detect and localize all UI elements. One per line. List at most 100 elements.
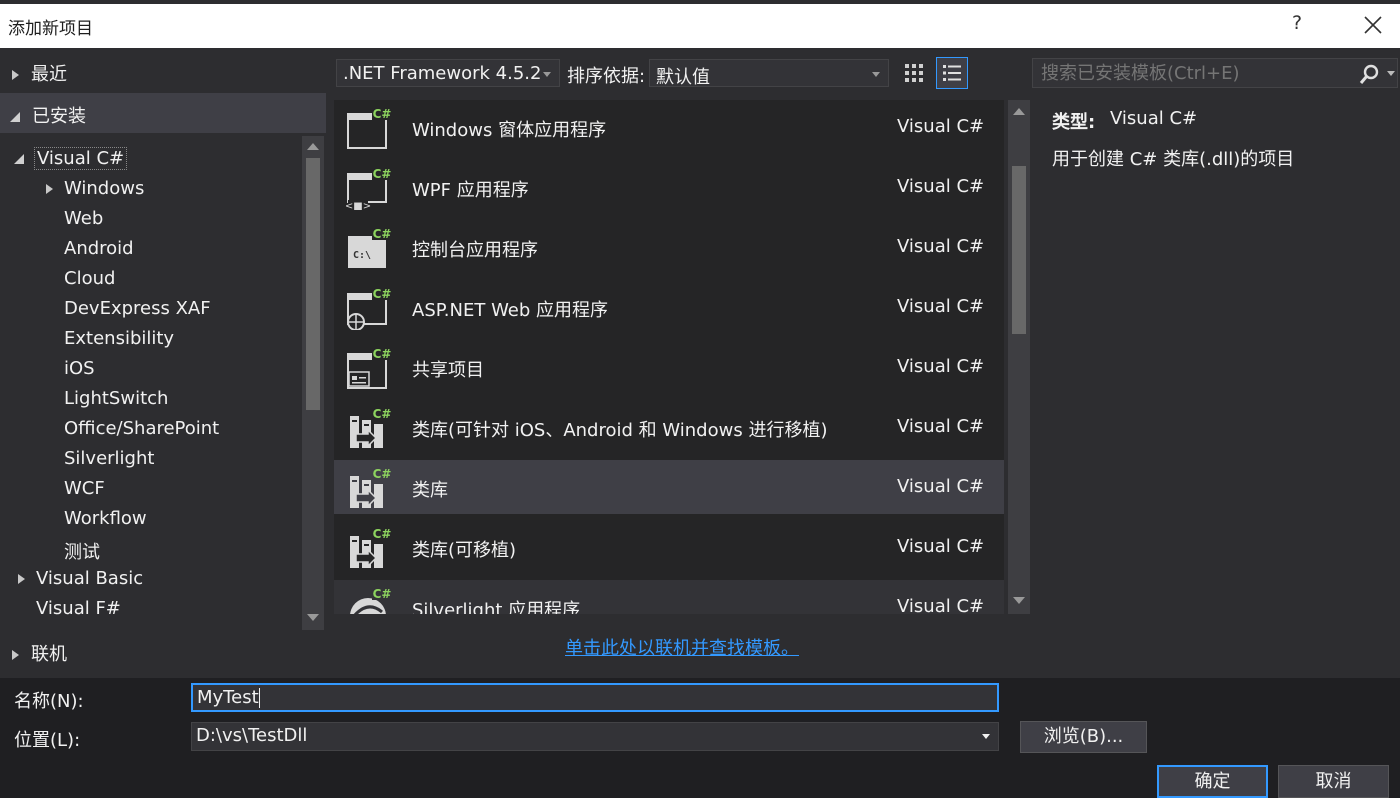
list-view-icon[interactable] — [936, 57, 968, 89]
template-name: 共享项目 — [412, 360, 484, 381]
template-row[interactable]: C# <■> WPF 应用程序 Visual C# — [334, 160, 1004, 214]
title-bar: 添加新项目 ? — [0, 0, 1400, 48]
tree-item-web[interactable]: Web — [64, 208, 103, 229]
template-language: Visual C# — [897, 416, 985, 437]
tree-visual-basic[interactable]: Visual Basic — [18, 568, 143, 589]
template-language: Visual C# — [897, 356, 985, 377]
tree-item-windows[interactable]: Windows — [46, 178, 144, 199]
tree-item-devexpress[interactable]: DevExpress XAF — [64, 298, 211, 319]
tree-recent-label: 最近 — [31, 64, 67, 85]
close-icon[interactable] — [1358, 10, 1388, 40]
search-box[interactable] — [1032, 58, 1398, 88]
window-title: 添加新项目 — [8, 19, 93, 39]
template-row[interactable]: C# ASP.NET Web 应用程序 Visual C# — [334, 280, 1004, 334]
template-row[interactable]: C# Silverlight 应用程序 Visual C# — [334, 580, 1004, 614]
collapse-arrow-icon — [14, 154, 24, 164]
ok-button[interactable]: 确定 — [1157, 765, 1268, 798]
framework-select[interactable]: .NET Framework 4.5.2 — [336, 59, 560, 87]
tree-item-ios[interactable]: iOS — [64, 358, 95, 379]
wpf-icon: C# <■> — [346, 166, 392, 210]
tree-scroll-thumb[interactable] — [306, 158, 320, 410]
browse-button[interactable]: 浏览(B)... — [1020, 721, 1147, 753]
template-language: Visual C# — [897, 116, 985, 137]
template-language: Visual C# — [897, 236, 985, 257]
expand-arrow-icon — [18, 574, 25, 584]
template-name: 类库(可针对 iOS、Android 和 Windows 进行移植) — [412, 420, 828, 441]
aspnet-icon: C# — [347, 286, 392, 330]
svg-text:C#: C# — [373, 287, 392, 301]
details-type-value: Visual C# — [1110, 108, 1198, 129]
svg-text:C#: C# — [373, 347, 392, 361]
tree-item-cloud[interactable]: Cloud — [64, 268, 115, 289]
svg-text:C#: C# — [373, 467, 392, 481]
template-list-scrollbar[interactable] — [1008, 100, 1030, 614]
tree-recent[interactable]: 最近 — [12, 60, 67, 86]
tree-online-label: 联机 — [31, 644, 67, 665]
template-row[interactable]: C# Windows 窗体应用程序 Visual C# — [334, 100, 1004, 154]
framework-value: .NET Framework 4.5.2 — [343, 63, 542, 84]
expand-arrow-icon — [46, 184, 53, 194]
svg-text:C#: C# — [373, 227, 392, 241]
template-name: 控制台应用程序 — [412, 240, 538, 261]
template-row[interactable]: C# 类库(可针对 iOS、Android 和 Windows 进行移植) Vi… — [334, 400, 1004, 454]
scroll-down-icon[interactable] — [307, 614, 319, 621]
template-name: 类库(可移植) — [412, 540, 517, 561]
tree-item-extensibility[interactable]: Extensibility — [64, 328, 174, 349]
scroll-up-icon[interactable] — [1013, 108, 1025, 115]
tree-visual-csharp-label: Visual C# — [34, 147, 128, 170]
small-icons-view-icon[interactable] — [898, 57, 930, 89]
tree-item-test[interactable]: 测试 — [64, 538, 100, 564]
template-language: Visual C# — [897, 536, 985, 557]
search-input[interactable] — [1041, 63, 1351, 84]
template-scroll-thumb[interactable] — [1012, 166, 1026, 334]
cancel-button[interactable]: 取消 — [1278, 765, 1389, 798]
silverlight-icon: C# — [350, 586, 392, 614]
chevron-down-icon — [543, 72, 551, 77]
shared-project-icon: C# — [347, 346, 392, 389]
scroll-up-icon[interactable] — [307, 143, 319, 150]
tree-visual-csharp[interactable]: Visual C# — [14, 147, 128, 170]
title-top-strip — [0, 0, 1400, 4]
tree-online[interactable]: 联机 — [12, 640, 67, 666]
tree-item-label: Windows — [64, 178, 145, 199]
tree-visual-basic-label: Visual Basic — [36, 568, 144, 589]
template-row[interactable]: C# 类库(可移植) Visual C# — [334, 520, 1004, 574]
tree-scrollbar[interactable] — [302, 136, 324, 630]
name-input[interactable]: MyTest — [191, 683, 999, 712]
search-icon[interactable] — [1359, 64, 1381, 86]
tree-visual-fsharp[interactable]: Visual F# — [36, 598, 121, 619]
template-language: Visual C# — [897, 296, 985, 317]
template-list: C# Windows 窗体应用程序 Visual C# C# <■> WPF 应… — [334, 100, 1004, 614]
portable-library-icon: C# — [350, 406, 392, 448]
tree-item-workflow[interactable]: Workflow — [64, 508, 147, 529]
chevron-down-icon — [982, 734, 990, 739]
expand-arrow-icon — [12, 70, 19, 80]
template-language: Visual C# — [897, 176, 985, 197]
template-row[interactable]: C# 共享项目 Visual C# — [334, 340, 1004, 394]
online-templates-link[interactable]: 单击此处以联机并查找模板。 — [565, 634, 799, 660]
tree-item-android[interactable]: Android — [64, 238, 134, 259]
svg-text:<■>: <■> — [346, 201, 371, 210]
location-select[interactable]: D:\vs\TestDll — [191, 722, 999, 751]
tree-installed[interactable]: 已安装 — [10, 102, 86, 128]
location-label: 位置(L): — [14, 730, 81, 751]
svg-text:C#: C# — [373, 527, 392, 541]
scroll-down-icon[interactable] — [1013, 597, 1025, 604]
sort-label: 排序依据: — [567, 66, 646, 87]
svg-text:C#: C# — [373, 407, 392, 421]
svg-text:C#: C# — [373, 167, 392, 181]
tree-item-office[interactable]: Office/SharePoint — [64, 418, 219, 439]
template-row[interactable]: C:\ C# 控制台应用程序 Visual C# — [334, 220, 1004, 274]
tree-item-wcf[interactable]: WCF — [64, 478, 105, 499]
help-button[interactable]: ? — [1292, 12, 1302, 34]
details-type-label: 类型: — [1052, 112, 1096, 133]
template-name: Windows 窗体应用程序 — [412, 120, 607, 141]
sort-value: 默认值 — [656, 67, 710, 88]
console-icon: C:\ C# — [348, 226, 392, 268]
tree-item-lightswitch[interactable]: LightSwitch — [64, 388, 168, 409]
tree-item-silverlight[interactable]: Silverlight — [64, 448, 154, 469]
template-row-selected[interactable]: C# 类库 Visual C# — [334, 460, 1004, 514]
chevron-down-icon — [872, 72, 880, 77]
search-dropdown-icon[interactable] — [1387, 71, 1395, 76]
sort-select[interactable]: 默认值 — [649, 59, 889, 88]
